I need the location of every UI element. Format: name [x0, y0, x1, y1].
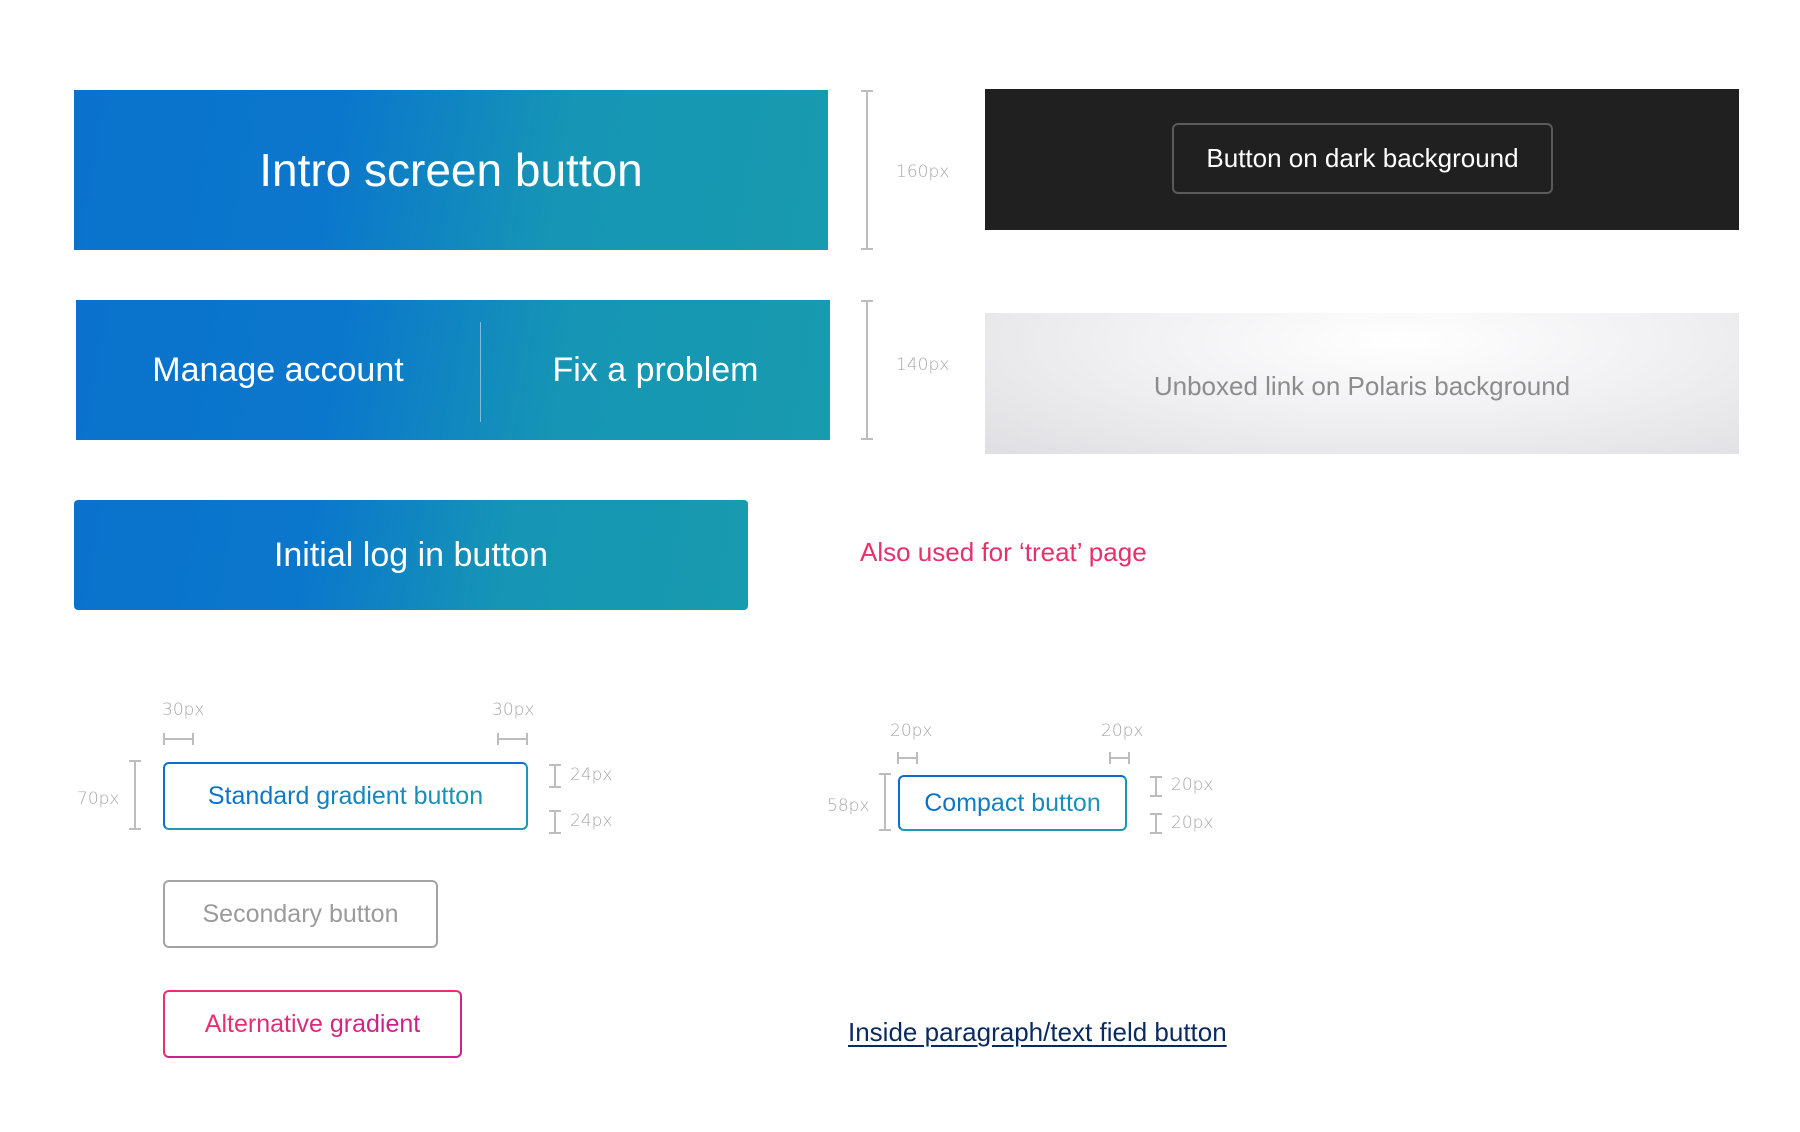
button-on-dark-background[interactable]: Button on dark background	[1172, 123, 1553, 194]
compact-padding-right-label: 20px	[1101, 721, 1144, 741]
compact-padding-bottom-label: 20px	[1171, 813, 1214, 833]
initial-log-in-label: Initial log in button	[273, 535, 549, 574]
compact-padding-left-label: 20px	[890, 721, 933, 741]
polaris-background-panel: Unboxed link on Polaris background	[985, 313, 1739, 454]
height-measure-label-160: 160px	[896, 162, 950, 182]
height-measure-line-140	[861, 300, 873, 440]
dark-button-label: Button on dark background	[1206, 143, 1519, 173]
manage-account-button[interactable]: Manage account	[76, 300, 480, 440]
standard-padding-left-measure	[163, 733, 194, 745]
standard-padding-top-label: 24px	[570, 765, 613, 785]
compact-button[interactable]: Compact button	[898, 775, 1127, 831]
alternative-gradient-label: Alternative gradient	[204, 1009, 421, 1038]
alternative-gradient-button[interactable]: Alternative gradient	[163, 990, 462, 1058]
standard-padding-bottom-label: 24px	[570, 811, 613, 831]
intro-screen-button-label: Intro screen button	[259, 144, 643, 196]
compact-padding-top-label: 20px	[1171, 775, 1214, 795]
secondary-button[interactable]: Secondary button	[163, 880, 438, 948]
standard-padding-bottom-measure	[549, 810, 561, 834]
standard-gradient-label: Standard gradient button	[207, 781, 484, 810]
standard-padding-left-label: 30px	[162, 700, 205, 720]
split-action-bar: Manage account Fix a problem	[76, 300, 830, 440]
standard-height-measure	[129, 760, 141, 830]
manage-account-label: Manage account	[152, 350, 404, 389]
standard-padding-right-measure	[497, 733, 528, 745]
compact-padding-left-measure	[897, 752, 918, 764]
treat-page-note: Also used for ‘treat’ page	[860, 537, 1147, 567]
initial-log-in-button[interactable]: Initial log in button	[74, 500, 748, 610]
compact-height-label: 58px	[827, 796, 870, 816]
compact-button-label: Compact button	[924, 788, 1101, 817]
standard-padding-right-label: 30px	[492, 700, 535, 720]
fix-a-problem-label: Fix a problem	[552, 350, 759, 389]
compact-padding-bottom-measure	[1150, 813, 1162, 834]
standard-gradient-button[interactable]: Standard gradient button	[163, 762, 528, 830]
intro-screen-button[interactable]: Intro screen button	[74, 90, 828, 250]
inline-text-link-button[interactable]: Inside paragraph/text field button	[848, 1017, 1227, 1048]
compact-padding-right-measure	[1109, 752, 1130, 764]
unboxed-link[interactable]: Unboxed link on Polaris background	[1154, 365, 1570, 402]
height-measure-line-160	[861, 90, 873, 250]
standard-padding-top-measure	[549, 764, 561, 788]
compact-padding-top-measure	[1150, 776, 1162, 797]
secondary-button-label: Secondary button	[202, 899, 399, 928]
standard-height-label: 70px	[77, 789, 120, 809]
fix-a-problem-button[interactable]: Fix a problem	[481, 300, 830, 440]
height-measure-label-140: 140px	[896, 355, 950, 375]
compact-height-measure	[879, 773, 891, 831]
